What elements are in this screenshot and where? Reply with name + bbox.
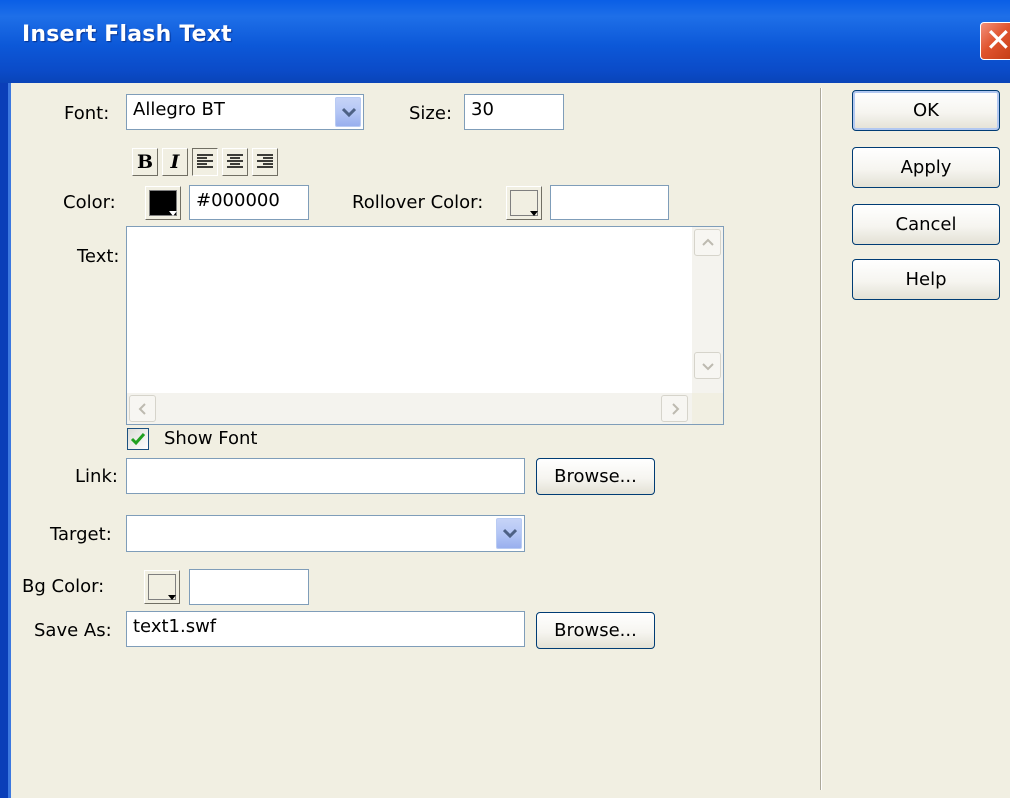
align-right-button[interactable] xyxy=(252,148,278,176)
apply-label: Apply xyxy=(900,157,952,178)
vertical-separator xyxy=(820,88,822,790)
color-picker[interactable] xyxy=(145,186,181,220)
checkmark-icon xyxy=(130,433,146,446)
link-label: Link: xyxy=(75,466,118,487)
save-as-label: Save As: xyxy=(34,620,112,641)
color-label: Color: xyxy=(63,192,116,213)
chevron-left-icon xyxy=(138,403,146,415)
italic-button[interactable]: I xyxy=(162,148,188,176)
close-icon: ✕ xyxy=(985,21,1010,59)
target-label: Target: xyxy=(50,524,112,545)
color-hex-value: #000000 xyxy=(196,190,280,211)
dropdown-arrow-icon xyxy=(169,211,177,216)
align-left-icon xyxy=(197,154,213,168)
ok-label: OK xyxy=(913,100,939,121)
show-font-label: Show Font xyxy=(164,428,258,449)
close-button[interactable]: ✕ xyxy=(980,21,1010,60)
save-as-browse-button[interactable]: Browse... xyxy=(536,612,655,649)
scroll-right-button[interactable] xyxy=(661,395,688,422)
align-left-button[interactable] xyxy=(192,148,218,176)
help-label: Help xyxy=(905,269,947,290)
help-button[interactable]: Help xyxy=(852,259,1000,300)
scroll-left-button[interactable] xyxy=(129,395,156,422)
bold-label: B xyxy=(136,151,154,173)
rollover-color-label: Rollover Color: xyxy=(352,192,484,213)
font-select-value: Allegro BT xyxy=(133,99,225,120)
save-as-input[interactable]: text1.swf xyxy=(126,611,525,647)
color-hex-input[interactable]: #000000 xyxy=(189,185,309,220)
font-label: Font: xyxy=(64,103,110,124)
cancel-button[interactable]: Cancel xyxy=(852,204,1000,245)
bg-color-input[interactable] xyxy=(189,569,309,605)
ok-button[interactable]: OK xyxy=(852,90,1000,131)
title-bar: Insert Flash Text ✕ xyxy=(0,0,1010,83)
save-as-browse-label: Browse... xyxy=(554,620,637,641)
window-frame xyxy=(0,83,8,798)
text-label: Text: xyxy=(77,246,120,267)
align-right-icon xyxy=(257,154,273,168)
chevron-down-icon xyxy=(702,363,714,371)
window-title: Insert Flash Text xyxy=(22,22,232,47)
dropdown-arrow-icon xyxy=(530,211,538,216)
link-browse-button[interactable]: Browse... xyxy=(536,458,655,495)
scroll-down-button[interactable] xyxy=(694,352,721,379)
bg-color-label: Bg Color: xyxy=(22,576,105,597)
chevron-down-icon[interactable] xyxy=(496,518,522,549)
chevron-right-icon xyxy=(672,403,680,415)
text-area[interactable] xyxy=(126,226,724,425)
bg-color-picker[interactable] xyxy=(144,570,180,604)
cancel-label: Cancel xyxy=(895,214,957,235)
show-font-checkbox[interactable] xyxy=(127,428,149,450)
bold-button[interactable]: B xyxy=(132,148,158,176)
align-center-button[interactable] xyxy=(222,148,248,176)
italic-label: I xyxy=(170,151,180,173)
align-center-icon xyxy=(227,154,243,168)
size-input-value: 30 xyxy=(471,99,494,120)
chevron-up-icon xyxy=(702,238,714,246)
scrollbar-corner xyxy=(692,393,723,424)
font-select[interactable]: Allegro BT xyxy=(126,94,364,130)
scroll-up-button[interactable] xyxy=(694,229,721,256)
rollover-color-input[interactable] xyxy=(550,185,669,220)
size-input[interactable]: 30 xyxy=(464,94,564,130)
target-select[interactable] xyxy=(126,515,525,552)
vertical-scrollbar[interactable] xyxy=(692,227,723,393)
link-input[interactable] xyxy=(126,458,525,494)
apply-button[interactable]: Apply xyxy=(852,147,1000,188)
horizontal-scrollbar[interactable] xyxy=(127,393,692,424)
chevron-down-icon[interactable] xyxy=(335,97,361,127)
rollover-color-picker[interactable] xyxy=(506,186,542,220)
dropdown-arrow-icon xyxy=(168,595,176,600)
save-as-value: text1.swf xyxy=(133,616,217,637)
size-label: Size: xyxy=(409,103,453,124)
link-browse-label: Browse... xyxy=(554,466,637,487)
